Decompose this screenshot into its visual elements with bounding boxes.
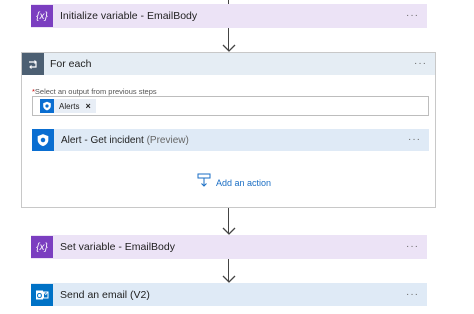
set-variable-title: Set variable - EmailBody bbox=[60, 241, 175, 253]
initialize-variable-more-button[interactable]: ··· bbox=[406, 11, 427, 21]
flow-designer-canvas: {x} Initialize variable - EmailBody ··· … bbox=[0, 0, 474, 314]
alerts-token-label: Alerts bbox=[59, 101, 80, 111]
remove-token-button[interactable]: × bbox=[85, 101, 90, 111]
add-an-action-button[interactable]: Add an action bbox=[197, 173, 271, 192]
arrow-down-icon bbox=[222, 28, 236, 52]
svg-text:O: O bbox=[37, 293, 43, 300]
add-an-action-label: Add an action bbox=[216, 177, 272, 188]
alert-get-incident-more-button[interactable]: ··· bbox=[408, 135, 429, 145]
shield-icon bbox=[40, 99, 54, 113]
arrow-down-icon bbox=[222, 259, 236, 283]
alerts-token[interactable]: Alerts × bbox=[40, 99, 96, 113]
set-variable-card[interactable]: {x} Set variable - EmailBody ··· bbox=[31, 235, 427, 259]
for-each-more-button[interactable]: ··· bbox=[414, 59, 435, 69]
initialize-variable-title: Initialize variable - EmailBody bbox=[60, 10, 198, 22]
add-action-icon bbox=[197, 173, 211, 192]
preview-tag: (Preview) bbox=[146, 134, 189, 146]
select-output-label-text: Select an output from previous steps bbox=[34, 87, 157, 96]
send-email-more-button[interactable]: ··· bbox=[406, 289, 427, 300]
initialize-variable-card[interactable]: {x} Initialize variable - EmailBody ··· bbox=[31, 4, 427, 28]
variable-icon: {x} bbox=[31, 5, 53, 27]
loop-icon bbox=[22, 53, 44, 75]
send-email-card[interactable]: O Send an email (V2) ··· bbox=[31, 283, 427, 306]
alert-get-incident-title: Alert - Get incident (Preview) bbox=[61, 135, 189, 146]
for-each-container: For each ··· *Select an output from prev… bbox=[21, 52, 436, 208]
outlook-icon: O bbox=[31, 283, 53, 306]
arrow-down-icon bbox=[222, 208, 236, 235]
variable-glyph: {x} bbox=[36, 241, 48, 253]
alert-get-incident-card[interactable]: Alert - Get incident (Preview) ··· bbox=[32, 129, 429, 151]
select-output-label: *Select an output from previous steps bbox=[32, 87, 157, 96]
alert-get-incident-name: Alert - Get incident bbox=[61, 134, 144, 146]
select-output-field[interactable]: Alerts × bbox=[32, 96, 429, 116]
variable-icon: {x} bbox=[31, 236, 53, 258]
for-each-title: For each bbox=[50, 58, 92, 70]
shield-icon bbox=[32, 129, 54, 151]
variable-glyph: {x} bbox=[36, 10, 48, 22]
set-variable-more-button[interactable]: ··· bbox=[406, 242, 427, 252]
send-email-title: Send an email (V2) bbox=[60, 288, 150, 301]
for-each-header[interactable]: For each ··· bbox=[22, 53, 435, 75]
